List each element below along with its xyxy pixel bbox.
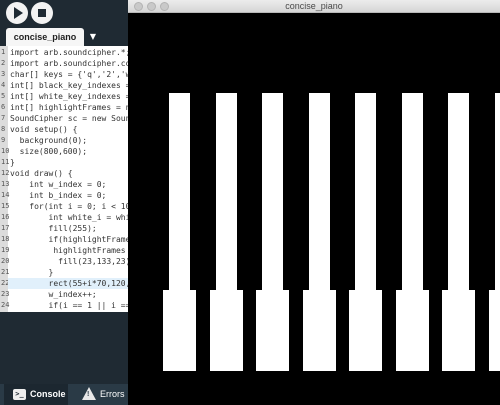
code-line: SoundCipher sc = new Sound <box>10 114 128 123</box>
errors-tab[interactable]: ! Errors <box>70 384 126 405</box>
white-key-base[interactable] <box>395 290 429 371</box>
stop-button[interactable] <box>31 2 53 24</box>
line-number: 4 <box>1 81 6 89</box>
code-editor[interactable]: 1 2 3 4 5 6 7 8 9 10 11 12 13 14 15 16 17 18 19 20 21 22 23 24 … <box>0 46 128 312</box>
code-line: int b_index = 0; <box>10 191 107 200</box>
code-line: size(800,600); <box>10 147 88 156</box>
code-line: w_index++; <box>10 290 97 299</box>
white-key[interactable] <box>215 93 237 290</box>
tab-menu-button[interactable]: ▼ <box>86 28 100 46</box>
code-line: int[] black_key_indexes = <box>10 81 128 90</box>
console-label: Console <box>30 389 66 399</box>
line-number: 15 <box>1 202 10 210</box>
code-line: int[] highlightFrames = ne <box>10 103 128 112</box>
line-number: 19 <box>1 246 10 254</box>
line-number: 1 <box>1 48 6 56</box>
code-line: for(int i = 0; i < 10 <box>10 202 128 211</box>
code-line: import arb.soundcipher.con <box>10 59 128 68</box>
line-number: 12 <box>1 169 10 177</box>
code-line: highlightFrames <box>10 246 126 255</box>
code-line: int w_index = 0; <box>10 180 107 189</box>
code-line: void draw() { <box>10 169 73 178</box>
white-key-base[interactable] <box>349 290 382 371</box>
processing-ide: concise_piano ▼ 1 2 3 4 5 6 7 8 9 10 11 12 13 14 15 16 1… <box>0 0 128 405</box>
console-icon: >_ <box>13 389 26 400</box>
white-key[interactable] <box>169 93 190 290</box>
white-key[interactable] <box>262 93 283 290</box>
line-number: 13 <box>1 180 10 188</box>
console-tab[interactable]: >_ Console <box>4 384 68 405</box>
status-bar: >_ Console ! Errors <box>0 384 128 405</box>
white-key-base[interactable] <box>256 290 289 371</box>
white-key[interactable] <box>494 93 500 290</box>
white-key[interactable] <box>355 93 376 290</box>
line-number: 20 <box>1 257 10 265</box>
code-line: } <box>10 158 15 167</box>
line-number: 21 <box>1 268 10 276</box>
code-line: if(i == 1 || i == <box>10 301 128 310</box>
warning-icon: ! <box>82 387 96 400</box>
line-number: 2 <box>1 59 6 67</box>
code-line: rect(55+i*70,120,0 <box>8 278 128 289</box>
line-number: 23 <box>1 290 10 298</box>
code-line: fill(255); <box>10 224 97 233</box>
play-icon <box>14 7 23 19</box>
line-number-gutter: 1 2 3 4 5 6 7 8 9 10 11 12 13 14 15 16 17 18 19 20 21 22 23 24 <box>0 46 10 312</box>
sketch-window: concise_piano <box>128 0 500 405</box>
line-number: 18 <box>1 235 10 243</box>
line-number: 22 <box>1 279 10 287</box>
white-key-base[interactable] <box>209 290 243 371</box>
code-line: import arb.soundcipher.*; <box>10 48 128 57</box>
line-number: 11 <box>1 158 10 166</box>
code-line: void setup() { <box>10 125 78 134</box>
ide-toolbar <box>0 0 128 28</box>
white-key-base[interactable] <box>442 290 475 371</box>
code-line: char[] keys = {'q','2','w <box>10 70 128 79</box>
window-titlebar: concise_piano <box>128 0 500 13</box>
line-number: 10 <box>1 147 10 155</box>
line-number: 7 <box>1 114 6 122</box>
code-line: int[] white_key_indexes = <box>10 92 128 101</box>
code-line: } <box>10 268 54 277</box>
stop-icon <box>38 9 46 17</box>
line-number: 17 <box>1 224 10 232</box>
run-button[interactable] <box>6 2 28 24</box>
line-number: 8 <box>1 125 6 133</box>
white-key-base[interactable] <box>488 290 500 371</box>
line-number: 6 <box>1 103 6 111</box>
line-number: 5 <box>1 92 6 100</box>
white-key[interactable] <box>448 93 469 290</box>
code-line: background(0); <box>10 136 88 145</box>
code-line: fill(23,133,23) <box>10 257 128 266</box>
piano-canvas[interactable] <box>128 13 500 405</box>
code-line: int white_i = whi <box>10 213 128 222</box>
line-number: 24 <box>1 301 10 309</box>
tab-concise-piano[interactable]: concise_piano <box>6 28 84 46</box>
window-title: concise_piano <box>285 1 343 11</box>
line-number: 3 <box>1 70 6 78</box>
white-key[interactable] <box>308 93 330 290</box>
errors-label: Errors <box>100 389 125 399</box>
white-key[interactable] <box>401 93 423 290</box>
code-line: if(highlightFrame <box>10 235 128 244</box>
line-number: 16 <box>1 213 10 221</box>
line-number: 14 <box>1 191 10 199</box>
white-key-base[interactable] <box>302 290 336 371</box>
console-area <box>0 312 128 382</box>
editor-tabbar: concise_piano ▼ <box>0 28 128 46</box>
line-number: 9 <box>1 136 6 144</box>
white-key-base[interactable] <box>163 290 196 371</box>
